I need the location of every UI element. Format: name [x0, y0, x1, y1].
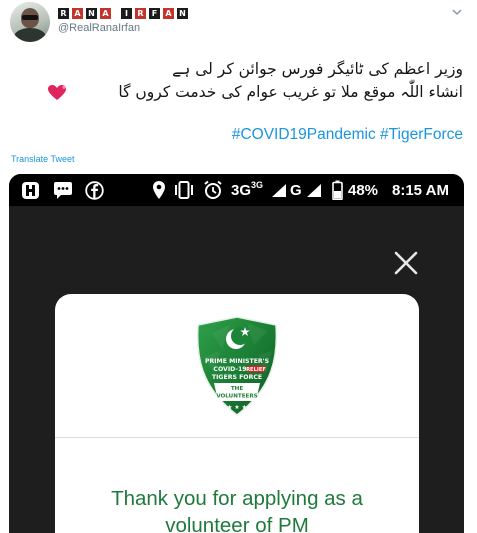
user-handle[interactable]: @RealRanaIrfan [58, 22, 140, 34]
location-icon [153, 181, 165, 199]
network-type-2: G [290, 181, 302, 199]
name-letter: N [86, 8, 97, 19]
chevron-down-icon[interactable] [451, 6, 463, 18]
badge-line-2a: COVID-19 [213, 366, 246, 373]
divider [55, 437, 419, 438]
message-icon [54, 182, 72, 199]
svg-text:★ ★ ★: ★ ★ ★ [227, 404, 247, 411]
badge-line-1: PRIME MINISTER'S [205, 358, 269, 365]
heart-icon [48, 85, 66, 100]
badge-line-3: TIGERS FORCE [212, 374, 262, 381]
signal-icon [272, 184, 286, 197]
tweet-text-line-1: وزیر اعظم کی ٹائیگر فورس جوائن کر لی ہے [172, 60, 463, 78]
attached-screenshot[interactable]: 3G 3G G 48% 8:15 AM PRIME MINISTER'S COV… [9, 174, 464, 533]
signal-icon [307, 184, 321, 197]
close-icon[interactable] [393, 250, 419, 276]
badge-line-2b: RELIEF [246, 367, 266, 373]
name-letter: I [121, 8, 132, 19]
thank-you-line-2: volunteer of PM [165, 514, 309, 533]
battery-percent: 48% [348, 181, 379, 199]
thank-you-line-1: Thank you for applying as a [111, 487, 363, 510]
battery-icon [332, 180, 343, 200]
tweet-text-line-2: انشاء اللّٰہ موقع ملا تو غریب عوام کی خد… [118, 83, 463, 101]
name-letter [114, 8, 118, 19]
name-letter: R [58, 8, 69, 19]
tiger-force-logo: PRIME MINISTER'S COVID-19 RELIEF TIGERS … [196, 316, 278, 417]
name-letter: R [135, 8, 146, 19]
name-letter: A [163, 8, 174, 19]
network-type: 3G 3G [231, 180, 264, 199]
profile-avatar[interactable] [10, 2, 50, 42]
alarm-icon [204, 180, 222, 199]
name-letter: N [177, 8, 188, 19]
facebook-icon [85, 181, 104, 200]
badge-line-4: THE [231, 386, 243, 392]
thank-you-message: Thank you for applying as a volunteer of… [65, 485, 409, 533]
app-notification-icon [22, 182, 39, 199]
translate-tweet-link[interactable]: Translate Tweet [11, 154, 75, 164]
clock: 8:15 AM [392, 181, 449, 199]
name-letter: F [149, 8, 160, 19]
name-letter: A [100, 8, 111, 19]
display-name[interactable]: R A N A I R F A N [58, 8, 188, 19]
confirmation-dialog: PRIME MINISTER'S COVID-19 RELIEF TIGERS … [55, 294, 419, 533]
badge-line-5: VOLUNTEERS [216, 394, 257, 400]
name-letter: A [72, 8, 83, 19]
vibrate-icon [175, 181, 193, 199]
phone-status-bar: 3G 3G G 48% 8:15 AM [9, 174, 464, 206]
hashtags-link[interactable]: #COVID19Pandemic #TigerForce [232, 126, 463, 144]
